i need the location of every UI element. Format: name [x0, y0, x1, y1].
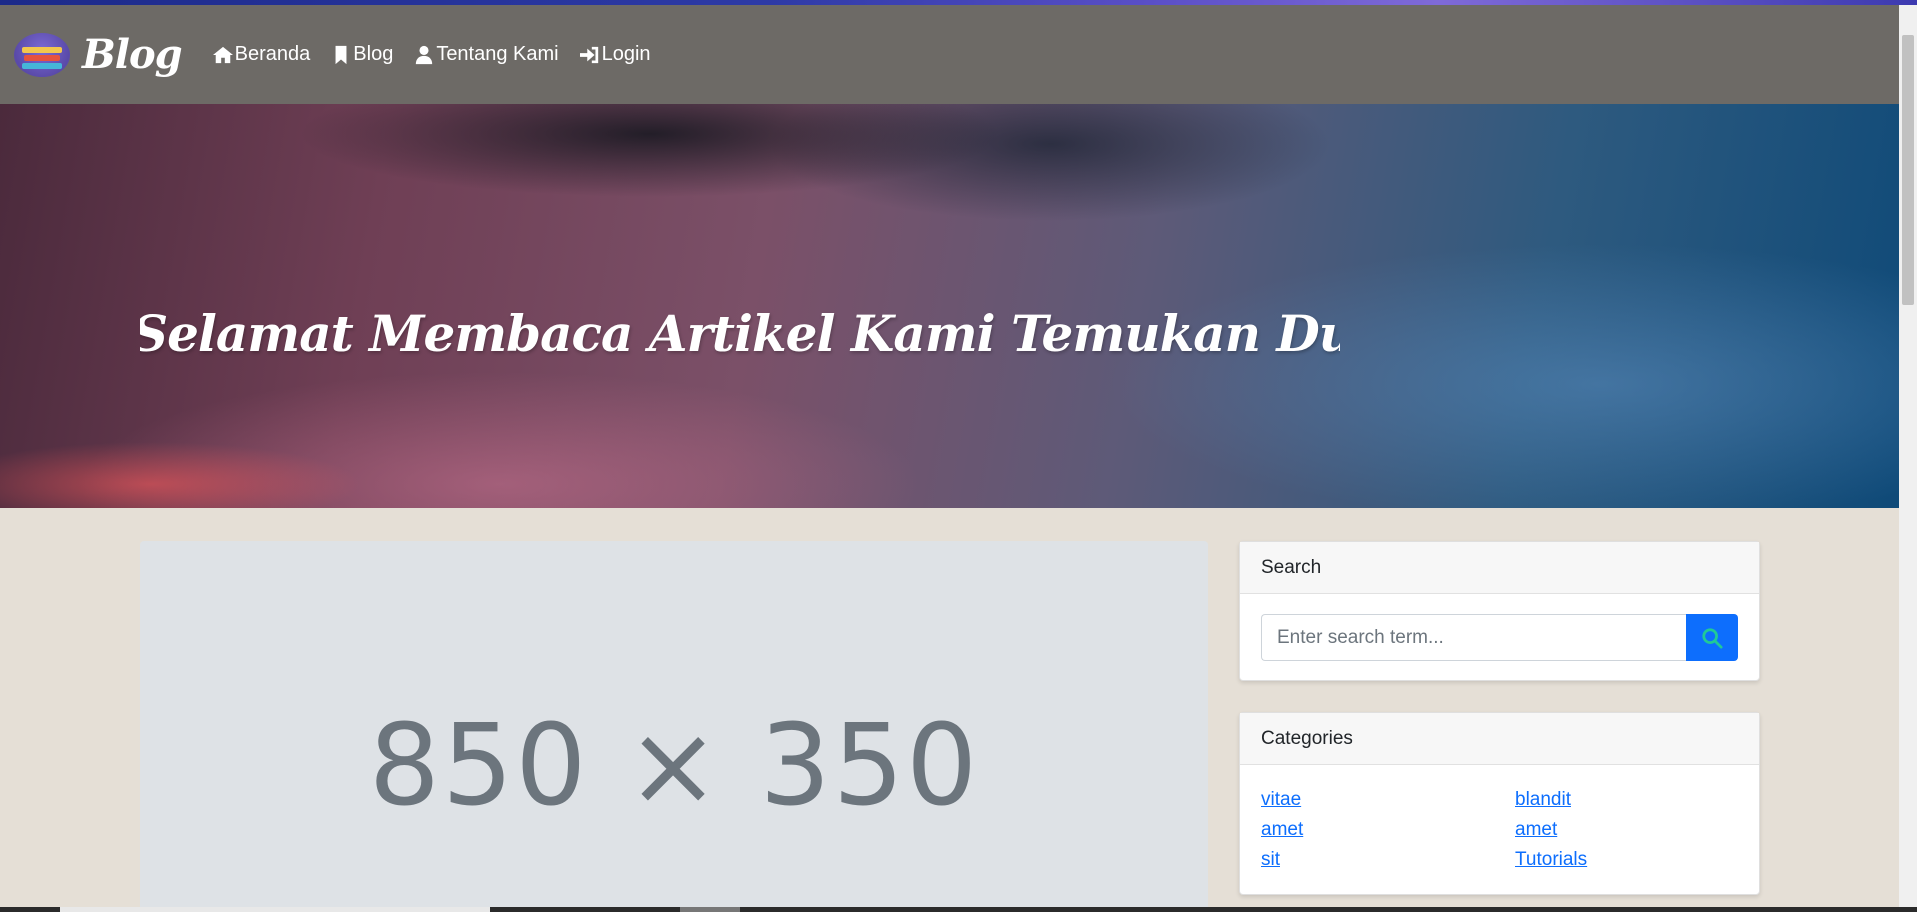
categories-widget: Categories vitae blandit amet amet sit T… — [1239, 712, 1760, 895]
category-link-blandit[interactable]: blandit — [1515, 789, 1755, 811]
category-link-tutorials[interactable]: Tutorials — [1515, 849, 1755, 871]
category-link-amet-2[interactable]: amet — [1515, 819, 1755, 841]
login-icon — [579, 46, 598, 63]
scrollbar-thumb[interactable] — [1902, 35, 1914, 305]
user-icon — [416, 45, 433, 64]
search-icon — [1702, 627, 1723, 649]
hero-title-clip: Selamat Membaca Artikel Kami Temukan Dun… — [140, 104, 1340, 508]
hero-banner: Selamat Membaca Artikel Kami Temukan Dun… — [0, 104, 1899, 508]
nav-link-label: Beranda — [234, 43, 311, 65]
nav-link-label: Login — [601, 43, 651, 65]
navbar: Blog Beranda Blog Tentang Kami Login — [0, 5, 1899, 104]
nav-link-beranda[interactable]: Beranda — [212, 43, 311, 66]
bookmark-icon — [335, 45, 347, 64]
categories-list: vitae blandit amet amet sit Tutorials — [1261, 789, 1759, 871]
nav-link-label: Blog — [353, 43, 394, 65]
nav-links: Beranda Blog Tentang Kami Login — [212, 43, 651, 66]
nav-link-blog[interactable]: Blog — [330, 43, 393, 66]
home-icon — [212, 46, 233, 63]
brand-title: Blog — [82, 31, 183, 78]
brand-logo — [14, 32, 70, 77]
search-input[interactable] — [1261, 614, 1686, 661]
search-widget: Search — [1239, 541, 1760, 681]
post-image-placeholder[interactable]: 850 × 350 — [140, 541, 1208, 912]
search-row — [1261, 614, 1739, 661]
category-link-amet[interactable]: amet — [1261, 819, 1515, 841]
nav-link-label: Tentang Kami — [436, 43, 559, 65]
brand-link[interactable]: Blog — [14, 31, 183, 78]
search-button[interactable] — [1686, 614, 1738, 661]
categories-widget-header: Categories — [1240, 713, 1759, 765]
search-widget-header: Search — [1240, 542, 1759, 594]
nav-link-tentang-kami[interactable]: Tentang Kami — [413, 43, 559, 66]
bottom-taskbar-strip — [0, 907, 1917, 912]
category-link-sit[interactable]: sit — [1261, 849, 1515, 871]
page-scrollbar[interactable] — [1899, 5, 1917, 907]
nav-link-login[interactable]: Login — [579, 43, 651, 66]
hero-title: Selamat Membaca Artikel Kami Temukan Dun… — [140, 304, 1340, 363]
image-placeholder-text: 850 × 350 — [368, 701, 980, 831]
category-link-vitae[interactable]: vitae — [1261, 789, 1515, 811]
